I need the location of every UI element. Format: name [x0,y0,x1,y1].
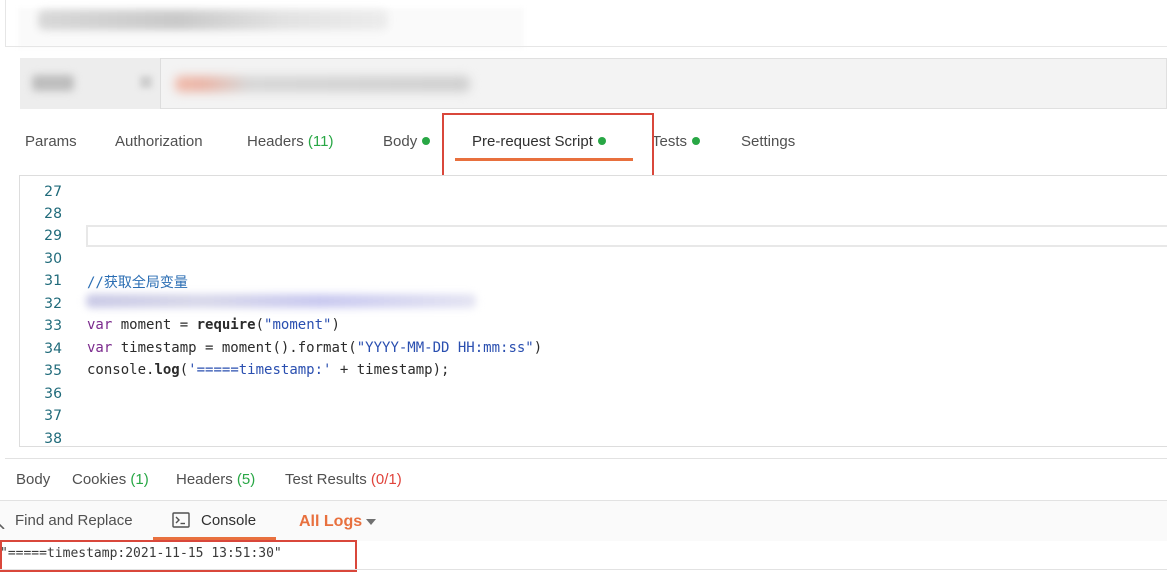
console-tab-label: Console [201,512,257,529]
code-line[interactable]: 30 [20,247,1167,269]
code-token: timestamp = moment().format( [112,340,357,356]
tab-tests-label: Tests [652,133,688,150]
request-name-redacted [38,10,388,30]
code-text: var timestamp = moment().format("YYYY-MM… [87,340,542,356]
divider [0,569,1167,570]
code-text: console.log('=====timestamp:' + timestam… [87,362,449,378]
headers-count-badge: (11) [307,133,334,150]
code-string: '=====timestamp:' [188,362,332,378]
code-line[interactable]: 32 [20,292,1167,314]
find-and-replace-label: Find and Replace [15,512,133,529]
url-redacted[interactable] [175,76,470,92]
all-logs-label: All Logs [299,513,363,530]
cookies-count-badge: (1) [130,471,149,488]
code-line[interactable]: 27 [20,180,1167,202]
response-tab-body[interactable]: Body [16,471,50,488]
tab-authorization-label: Authorization [115,133,203,150]
response-tab-headers-label: Headers [176,471,233,488]
code-token: ) [331,317,340,333]
status-dot-icon [422,136,431,145]
line-number: 29 [44,228,62,244]
code-line[interactable]: 36 [20,382,1167,404]
line-number: 27 [44,184,62,200]
code-line[interactable]: 31 //获取全局变量 [20,269,1167,291]
response-tab-test-results-label: Test Results [285,471,367,488]
code-line[interactable]: 35 console.log('=====timestamp:' + times… [20,359,1167,381]
code-text: var moment = require("moment") [87,317,340,333]
code-token: console. [87,362,155,378]
code-token: ) [533,340,543,356]
line-number: 28 [44,206,62,222]
tab-headers-label: Headers [247,133,304,150]
line-number: 31 [44,273,62,289]
console-tab[interactable]: Console [201,512,256,529]
code-token: ( [255,317,265,333]
tab-settings[interactable]: Settings [741,133,795,150]
test-results-count-badge: (0/1) [370,471,402,488]
code-line[interactable]: 38 [20,427,1167,449]
divider [5,0,6,46]
code-token: + timestamp); [331,362,450,378]
code-line[interactable]: 33 var moment = require("moment") [20,314,1167,336]
line-number: 33 [44,318,62,334]
code-token: ( [179,362,189,378]
status-dot-icon [692,136,701,145]
code-line[interactable]: 37 [20,404,1167,426]
find-and-replace-tab[interactable]: Find and Replace [15,512,133,529]
tab-settings-label: Settings [741,133,796,150]
line-number: 32 [44,296,62,312]
line-number: 34 [44,341,62,357]
tab-params-label: Params [25,133,77,150]
line-number: 30 [44,251,62,267]
tab-tests[interactable]: Tests [652,133,701,150]
code-string: "YYYY-MM-DD HH:mm:ss" [356,340,534,356]
response-tab-cookies-label: Cookies [72,471,127,488]
code-token: moment = [112,317,197,333]
code-line[interactable]: 28 [20,202,1167,224]
tab-params[interactable]: Params [25,133,77,150]
code-function: require [196,317,256,333]
line-number: 37 [44,408,62,424]
code-line[interactable]: 34 var timestamp = moment().format("YYYY… [20,337,1167,359]
response-headers-count-badge: (5) [236,471,256,488]
highlight-box [0,540,357,572]
method-redacted [32,75,74,91]
divider [5,46,1167,47]
line-number: 36 [44,386,62,402]
response-tab-test-results[interactable]: Test Results (0/1) [285,471,402,488]
all-logs-dropdown[interactable]: All Logs [299,513,362,531]
tab-body-label: Body [383,133,418,150]
line-number: 35 [44,363,62,379]
chevron-down-icon[interactable] [366,519,376,525]
response-tab-body-label: Body [16,471,51,488]
terminal-icon [172,512,190,528]
code-line[interactable]: 29 [20,224,1167,246]
tab-headers[interactable]: Headers (11) [247,133,333,150]
code-comment: //获取全局变量 [87,275,188,291]
code-keyword: var [87,340,113,356]
divider [5,458,1167,459]
line-number: 38 [44,431,62,447]
response-tab-cookies[interactable]: Cookies (1) [72,471,149,488]
chevron-down-icon [140,76,152,88]
code-string: "moment" [264,317,332,333]
code-function: log [154,362,180,378]
tab-authorization[interactable]: Authorization [115,133,203,150]
code-keyword: var [87,317,113,333]
response-tab-headers[interactable]: Headers (5) [176,471,255,488]
search-icon[interactable] [0,515,6,529]
tab-body[interactable]: Body [383,133,431,150]
